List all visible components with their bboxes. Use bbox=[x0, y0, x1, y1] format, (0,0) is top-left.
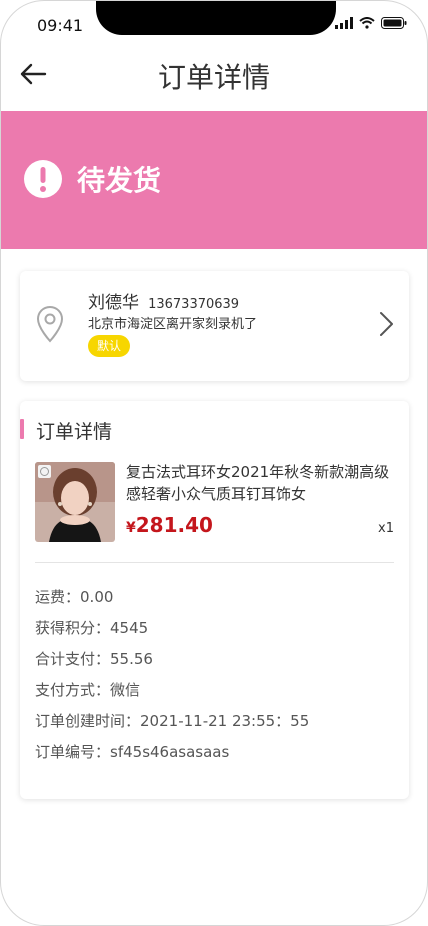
location-pin-icon bbox=[36, 305, 64, 343]
product-photo bbox=[35, 462, 115, 542]
info-value: sf45s46asasaas bbox=[110, 743, 230, 761]
info-value: 55.56 bbox=[110, 650, 153, 668]
info-label: 合计支付： bbox=[35, 650, 111, 668]
info-value: 2021-11-21 23:55：55 bbox=[140, 712, 310, 730]
divider bbox=[35, 562, 394, 563]
info-value: 微信 bbox=[110, 681, 141, 699]
status-icons bbox=[335, 17, 407, 29]
section-title: 订单详情 bbox=[36, 421, 113, 443]
address-line: 北京市海淀区离开家刻录机了 bbox=[88, 317, 258, 332]
chevron-right-icon[interactable] bbox=[379, 311, 395, 337]
info-label: 订单创建时间： bbox=[35, 712, 141, 730]
currency-symbol: ¥ bbox=[126, 520, 136, 536]
info-row-payment-method: 支付方式：微信 bbox=[35, 679, 140, 700]
notch bbox=[96, 1, 336, 35]
nav-bar: 订单详情 bbox=[1, 49, 427, 99]
order-status-banner: 待发货 bbox=[1, 111, 427, 249]
info-value: 4545 bbox=[110, 619, 149, 637]
recipient-name: 刘德华 bbox=[88, 293, 139, 313]
status-time: 09:41 bbox=[37, 16, 84, 35]
info-row-created-time: 订单创建时间：2021-11-21 23:55：55 bbox=[35, 710, 309, 731]
info-label: 获得积分： bbox=[35, 619, 111, 637]
product-name[interactable]: 复古法式耳环女2021年秋冬新款潮高级感轻奢小众气质耳钉耳饰女 bbox=[126, 461, 396, 505]
address-contact: 刘德华 13673370639 bbox=[88, 288, 239, 313]
order-detail-card: 订单详情 复古法式耳环女2021年秋冬新款潮高级感轻奢小众气质耳钉耳饰女 ¥28… bbox=[20, 401, 409, 799]
info-row-points: 获得积分：4545 bbox=[35, 617, 148, 638]
product-quantity: x1 bbox=[378, 521, 394, 536]
signal-icon bbox=[335, 17, 353, 29]
product-image[interactable] bbox=[35, 462, 115, 542]
phone-frame: 09:41 订单详情 待发货 刘德华 13673370639 北京市海淀区离开家… bbox=[0, 0, 428, 926]
info-label: 运费： bbox=[35, 588, 81, 606]
price-value: 281.40 bbox=[135, 513, 213, 537]
default-badge: 默认 bbox=[88, 335, 131, 357]
page-title: 订单详情 bbox=[157, 61, 270, 94]
info-label: 订单编号： bbox=[35, 743, 111, 761]
info-row-shipping: 运费：0.00 bbox=[35, 586, 113, 607]
order-status-text: 待发货 bbox=[77, 164, 162, 197]
info-row-order-number: 订单编号：sf45s46asasaas bbox=[35, 741, 229, 762]
info-value: 0.00 bbox=[80, 588, 114, 606]
wifi-icon bbox=[359, 17, 375, 29]
alert-icon bbox=[24, 160, 62, 198]
section-accent-bar bbox=[20, 419, 24, 439]
address-card[interactable]: 刘德华 13673370639 北京市海淀区离开家刻录机了 默认 bbox=[20, 271, 409, 381]
battery-icon bbox=[381, 17, 407, 29]
info-row-total-paid: 合计支付：55.56 bbox=[35, 648, 153, 669]
info-label: 支付方式： bbox=[35, 681, 111, 699]
recipient-phone: 13673370639 bbox=[148, 297, 240, 312]
product-price: ¥281.40 bbox=[126, 513, 213, 537]
